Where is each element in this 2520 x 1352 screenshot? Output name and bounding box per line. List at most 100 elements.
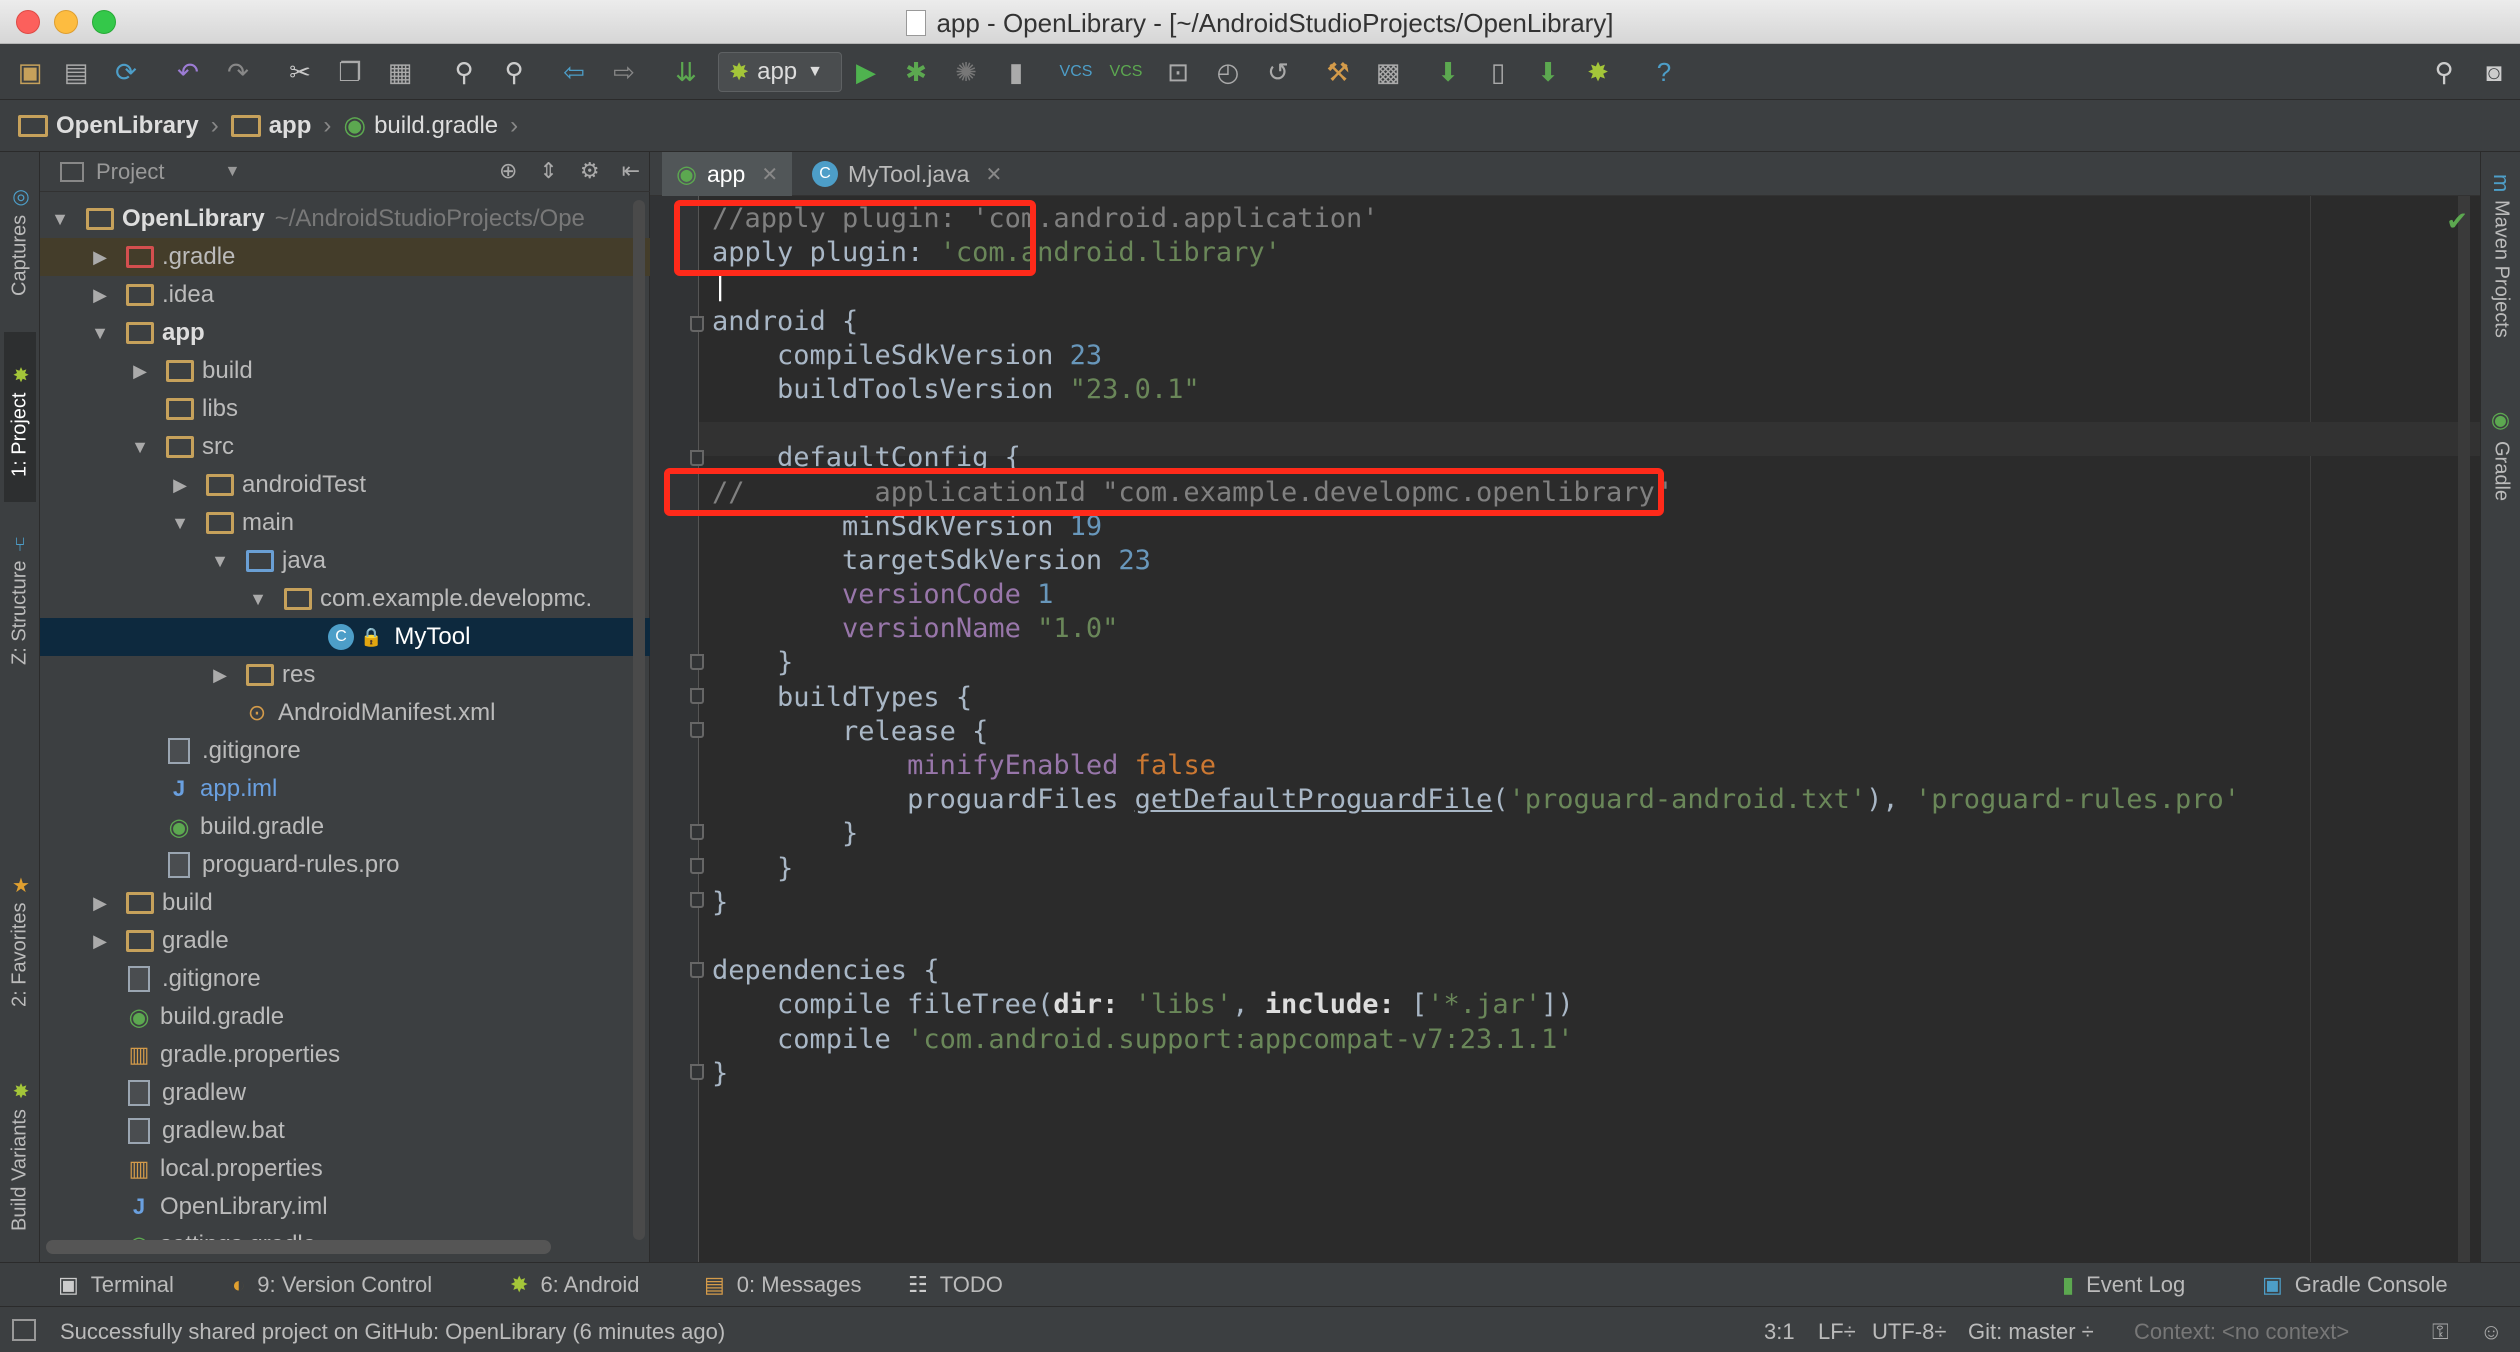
save-icon[interactable]: ▤ <box>60 56 92 88</box>
tree-item-build-gradle[interactable]: ◉ build.gradle <box>40 998 650 1036</box>
breadcrumb-app[interactable]: app › <box>230 112 331 140</box>
code-line[interactable]: buildToolsVersion "23.0.1" <box>712 373 2240 407</box>
tree-item-androidtest[interactable]: ▶ androidTest <box>40 466 650 504</box>
code-line[interactable]: } <box>712 646 2240 680</box>
tree-item-res[interactable]: ▶ res <box>40 656 650 694</box>
run-icon[interactable]: ▶ <box>850 56 882 88</box>
code-line[interactable]: proguardFiles getDefaultProguardFile('pr… <box>712 783 2240 817</box>
line-separator[interactable]: LF÷ <box>1818 1319 1856 1345</box>
code-line[interactable]: compileSdkVersion 23 <box>712 339 2240 373</box>
copy-icon[interactable]: ❐ <box>334 56 366 88</box>
breadcrumb-openlibrary[interactable]: OpenLibrary › <box>18 112 219 140</box>
code-line[interactable]: minifyEnabled false <box>712 749 2240 783</box>
fold-marker-icon[interactable] <box>690 688 704 704</box>
event-log-tab[interactable]: ▮ Event Log <box>2062 1263 2185 1307</box>
code-editor[interactable]: //apply plugin: 'com.android.application… <box>712 202 2240 1091</box>
fold-marker-icon[interactable] <box>690 824 704 840</box>
tree-item-proguard[interactable]: proguard-rules.pro <box>40 846 650 884</box>
favorites-tab[interactable]: 2: Favorites ★ <box>4 852 36 1022</box>
tree-item-app-build[interactable]: ▶ build <box>40 352 650 390</box>
paste-icon[interactable]: ▦ <box>384 56 416 88</box>
forward-icon[interactable]: ⇨ <box>608 56 640 88</box>
collapsed-arrow-icon[interactable]: ▶ <box>208 665 232 686</box>
version-control-tab[interactable]: ◐ 9: Version Control <box>232 1263 432 1307</box>
project-vertical-scrollbar[interactable] <box>633 200 645 1240</box>
tree-item-gradle-dir[interactable]: ▶ .gradle <box>40 238 650 276</box>
lock-icon[interactable]: ⚿ <box>2432 1319 2449 1345</box>
android-monitor-icon[interactable]: ✸ <box>1582 56 1614 88</box>
build-variants-tab[interactable]: Build Variants ✸ <box>4 1052 36 1252</box>
code-line[interactable]: compile 'com.android.support:appcompat-v… <box>712 1023 2240 1057</box>
code-line[interactable]: android { <box>712 305 2240 339</box>
tree-item-app-gitignore[interactable]: .gitignore <box>40 732 650 770</box>
fold-marker-icon[interactable] <box>690 858 704 874</box>
settings-wrench-icon[interactable]: ⚒ <box>1322 56 1354 88</box>
close-icon[interactable]: ✕ <box>761 162 778 187</box>
code-line[interactable]: } <box>712 817 2240 851</box>
expanded-arrow-icon[interactable]: ▼ <box>168 513 192 534</box>
tree-item-manifest[interactable]: ⊙ AndroidManifest.xml <box>40 694 650 732</box>
collapsed-arrow-icon[interactable]: ▶ <box>128 361 152 382</box>
hide-panel-icon[interactable]: ⇤ <box>622 158 640 184</box>
open-folder-icon[interactable]: ▣ <box>14 56 46 88</box>
tab-mytool[interactable]: C MyTool.java ✕ <box>798 152 1016 196</box>
structure-tab[interactable]: Z: Structure ⑂ <box>4 512 36 682</box>
code-line[interactable] <box>712 920 2240 954</box>
vcs-compare-icon[interactable]: ◴ <box>1212 56 1244 88</box>
undo-icon[interactable]: ↶ <box>172 56 204 88</box>
fold-marker-icon[interactable] <box>690 316 704 332</box>
maven-projects-tab[interactable]: m Maven Projects <box>2485 174 2517 384</box>
project-view-select[interactable]: Project <box>96 159 164 185</box>
tree-item-src[interactable]: ▼ src <box>40 428 650 466</box>
code-line[interactable]: } <box>712 852 2240 886</box>
vcs-commit-icon[interactable]: VCS <box>1110 56 1143 88</box>
sdk-manager-icon[interactable]: ⬇ <box>1532 56 1564 88</box>
attach-debugger-icon[interactable]: ▮ <box>1000 56 1032 88</box>
status-message[interactable]: Successfully shared project on GitHub: O… <box>60 1319 725 1345</box>
toggle-tool-windows-icon[interactable] <box>12 1319 36 1341</box>
expanded-arrow-icon[interactable]: ▼ <box>208 551 232 572</box>
code-line[interactable]: release { <box>712 715 2240 749</box>
tree-item-gradle-properties[interactable]: ▥ gradle.properties <box>40 1036 650 1074</box>
tree-item-app-iml[interactable]: Japp.iml <box>40 770 650 808</box>
expanded-arrow-icon[interactable]: ▼ <box>88 323 112 344</box>
sync-icon[interactable]: ⟳ <box>110 56 142 88</box>
revert-icon[interactable]: ↺ <box>1262 56 1294 88</box>
code-line[interactable]: dependencies { <box>712 954 2240 988</box>
tree-item-root[interactable]: ▼ OpenLibrary ~/AndroidStudioProjects/Ope <box>40 200 650 238</box>
collapsed-arrow-icon[interactable]: ▶ <box>88 931 112 952</box>
editor-vertical-scrollbar[interactable] <box>2458 196 2470 1262</box>
tree-item-idea[interactable]: ▶ .idea <box>40 276 650 314</box>
fold-marker-icon[interactable] <box>690 1064 704 1080</box>
fold-marker-icon[interactable] <box>690 654 704 670</box>
tree-item-openlibrary-iml[interactable]: J OpenLibrary.iml <box>40 1188 650 1226</box>
scroll-from-source-icon[interactable]: ⊕ <box>499 158 517 184</box>
make-project-icon[interactable]: ⇊ <box>670 56 702 88</box>
chevron-down-icon[interactable]: ▼ <box>224 163 240 181</box>
tree-item-libs[interactable]: libs <box>40 390 650 428</box>
breadcrumb-build-gradle[interactable]: ◉ build.gradle › <box>343 110 518 141</box>
cut-icon[interactable]: ✂ <box>284 56 316 88</box>
terminal-tab[interactable]: ▣ Terminal <box>58 1263 174 1307</box>
search-everywhere-icon[interactable]: ⚲ <box>2428 56 2460 88</box>
gradle-console-tab[interactable]: ▣ Gradle Console <box>2262 1263 2448 1307</box>
redo-icon[interactable]: ↷ <box>222 56 254 88</box>
replace-icon[interactable]: ⚲ <box>498 56 530 88</box>
fold-marker-icon[interactable] <box>690 722 704 738</box>
android-tab[interactable]: ✸ 6: Android <box>510 1263 640 1307</box>
tree-item-gitignore[interactable]: .gitignore <box>40 960 650 998</box>
sync-gradle-icon[interactable]: ⬇ <box>1432 56 1464 88</box>
tree-item-app[interactable]: ▼ app <box>40 314 650 352</box>
user-avatar-icon[interactable]: ◙ <box>2478 56 2510 88</box>
gradle-tab[interactable]: ◉ Gradle <box>2485 408 2517 538</box>
code-line[interactable]: versionName "1.0" <box>712 612 2240 646</box>
context-indicator[interactable]: Context: <no context> <box>2134 1319 2349 1345</box>
tree-item-gradlew-bat[interactable]: gradlew.bat <box>40 1112 650 1150</box>
expanded-arrow-icon[interactable]: ▼ <box>128 437 152 458</box>
expanded-arrow-icon[interactable]: ▼ <box>48 209 72 230</box>
help-icon[interactable]: ? <box>1648 56 1680 88</box>
fold-marker-icon[interactable] <box>690 892 704 908</box>
code-line[interactable]: } <box>712 1057 2240 1091</box>
todo-tab[interactable]: ☷ TODO <box>908 1263 1003 1307</box>
fold-marker-icon[interactable] <box>690 450 704 466</box>
